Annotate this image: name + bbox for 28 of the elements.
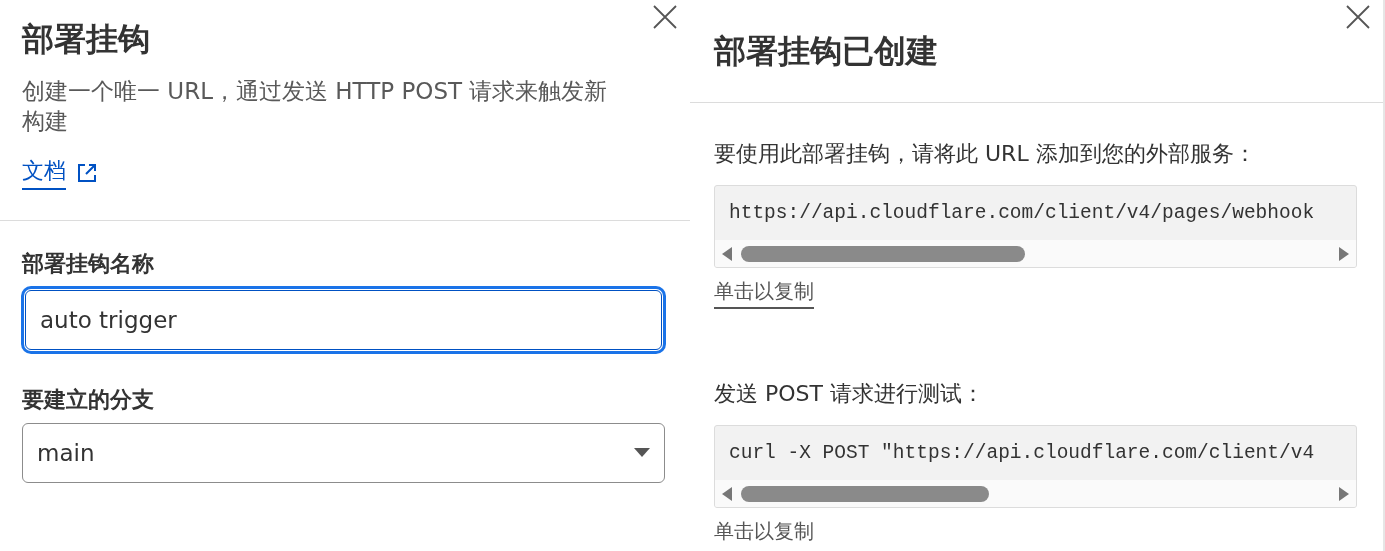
code-text: https://api.cloudflare.com/client/v4/pages/webhook — [728, 201, 1316, 226]
code-text: curl -X POST "https://api.cloudflare.com/client/v4 — [728, 441, 1316, 466]
scroll-left-icon[interactable] — [721, 245, 733, 262]
scroll-right-icon[interactable] — [1338, 485, 1350, 502]
close-button[interactable] — [652, 4, 678, 30]
field-label: 要建立的分支 — [22, 386, 155, 414]
close-button[interactable] — [1345, 4, 1371, 30]
instruction-text: 要使用此部署挂钩，请将此 URL 添加到您的外部服务： — [714, 140, 1257, 168]
close-icon — [652, 4, 678, 30]
panel-title: 部署挂钩已创建 — [714, 31, 939, 72]
name-input[interactable]: auto trigger — [25, 290, 662, 350]
scrollbar[interactable] — [715, 480, 1356, 507]
caret-icon — [634, 448, 650, 458]
copy-link[interactable]: 单击以复制 — [714, 518, 814, 549]
instruction-text: 发送 POST 请求进行测试： — [714, 380, 985, 408]
panel-description: 创建一个唯一 URL，通过发送 HTTP POST 请求来触发新构建 — [22, 77, 609, 136]
scroll-left-icon[interactable] — [721, 485, 733, 502]
copy-link[interactable]: 单击以复制 — [714, 278, 814, 309]
scroll-thumb[interactable] — [741, 485, 989, 502]
external-link-icon — [76, 162, 98, 184]
panel-title: 部署挂钩 — [22, 19, 151, 60]
field-label: 部署挂钩名称 — [22, 250, 155, 278]
branch-select[interactable]: main — [22, 423, 665, 483]
scrollbar[interactable] — [715, 240, 1356, 267]
scroll-thumb[interactable] — [741, 245, 1025, 262]
scroll-right-icon[interactable] — [1338, 245, 1350, 262]
docs-link[interactable]: 文档 — [22, 156, 98, 190]
close-icon — [1345, 4, 1371, 30]
